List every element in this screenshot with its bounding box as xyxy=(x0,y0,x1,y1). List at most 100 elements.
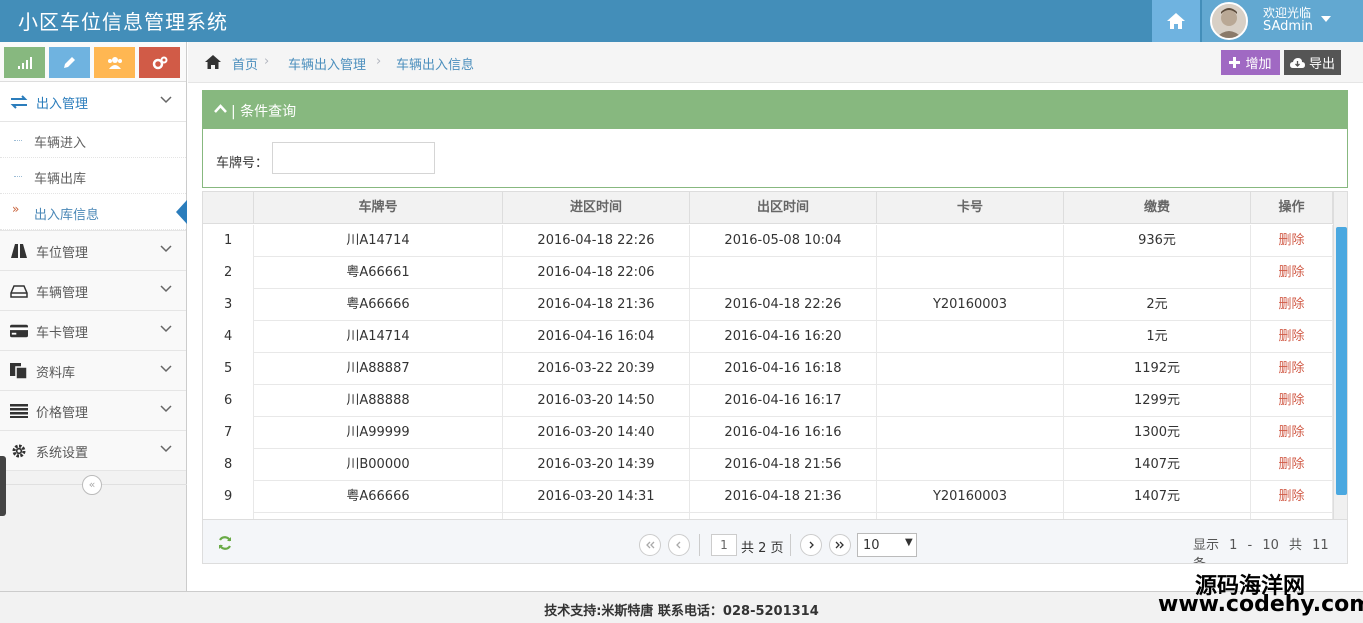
shortcut-pencil-button[interactable] xyxy=(49,47,90,78)
menu-inout[interactable]: 出入管理 xyxy=(0,82,186,122)
cell-in-time: 2016-03-20 14:40 xyxy=(503,417,690,449)
pager: 1 共 2 页 10 ▼ 显示 1 - 10 共 11 条 xyxy=(203,519,1347,563)
cell-rownum: 2 xyxy=(203,257,254,289)
home-icon[interactable] xyxy=(204,54,222,70)
breadcrumb-current: 车辆出入信息 xyxy=(396,58,475,73)
next-page-button[interactable] xyxy=(800,534,822,556)
page-size-value: 10 xyxy=(863,538,880,553)
sidebar-item-vehicle-in[interactable]: 车辆进入 xyxy=(0,122,186,158)
sidebar-item-inout-info[interactable]: » 出入库信息 xyxy=(0,194,187,230)
home-icon xyxy=(1167,13,1185,29)
cell-rownum: 5 xyxy=(203,353,254,385)
delete-link[interactable]: 删除 xyxy=(1251,417,1333,449)
cell-card xyxy=(877,257,1064,289)
table-row[interactable]: 2 粤A66661 2016-04-18 22:06 删除 xyxy=(203,257,1333,289)
page-size-select[interactable]: 10 ▼ xyxy=(857,533,917,557)
cell-in-time: 2016-03-20 14:50 xyxy=(503,385,690,417)
menu-label: 出入管理 xyxy=(36,97,89,112)
cell-card xyxy=(877,417,1064,449)
table-row[interactable]: 7 川A99999 2016-03-20 14:40 2016-04-16 16:16… xyxy=(203,417,1333,449)
pencil-icon xyxy=(64,57,75,68)
last-page-button[interactable] xyxy=(829,534,851,556)
cell-out-time: 2016-04-16 16:17 xyxy=(690,385,877,417)
add-button[interactable]: 增加 xyxy=(1221,50,1280,75)
export-button-label: 导出 xyxy=(1308,57,1335,72)
shortcut-signal-button[interactable] xyxy=(4,47,45,78)
menu-label: 系统设置 xyxy=(36,446,89,461)
column-header-out-time[interactable]: 出区时间 xyxy=(690,192,877,224)
delete-link[interactable]: 删除 xyxy=(1251,353,1333,385)
user-menu[interactable]: 欢迎光临 SAdmin xyxy=(1202,0,1363,42)
road-icon xyxy=(10,243,28,259)
signal-icon xyxy=(17,56,32,69)
menu-database[interactable]: 资料库 xyxy=(0,351,186,391)
cell-out-time: 2016-04-18 21:56 xyxy=(690,449,877,481)
shortcut-cogs-button[interactable] xyxy=(139,47,180,78)
cell-in-time: 2016-03-20 14:39 xyxy=(503,449,690,481)
export-button[interactable]: 导出 xyxy=(1284,50,1341,75)
column-header-fee[interactable]: 缴费 xyxy=(1064,192,1251,224)
sidebar-collapse: « xyxy=(0,471,187,499)
home-button[interactable] xyxy=(1152,0,1200,42)
query-panel-header[interactable]: | 条件查询 xyxy=(203,91,1347,129)
delete-link[interactable]: 删除 xyxy=(1251,225,1333,257)
first-page-button[interactable] xyxy=(639,534,661,556)
vertical-scrollbar[interactable] xyxy=(1333,192,1347,519)
sidebar: 出入管理 车辆进入 车辆出库 » 出入库信息 车位管理 车辆管理 车卡管理 资料… xyxy=(0,42,187,591)
table-row[interactable]: 4 川A14714 2016-04-16 16:04 2016-04-16 16:20… xyxy=(203,321,1333,353)
side-handle[interactable] xyxy=(0,456,6,516)
table-row[interactable]: 6 川A88888 2016-03-20 14:50 2016-04-16 16:17… xyxy=(203,385,1333,417)
angle-right-icon xyxy=(809,541,814,549)
breadcrumb-vehicle-inout[interactable]: 车辆出入管理 xyxy=(288,54,366,73)
delete-link[interactable]: 删除 xyxy=(1251,257,1333,289)
menu-vehicle[interactable]: 车辆管理 xyxy=(0,271,186,311)
cell-rownum: 3 xyxy=(203,289,254,321)
menu-settings[interactable]: 系统设置 xyxy=(0,431,186,471)
refresh-icon[interactable] xyxy=(217,535,233,551)
column-header-card[interactable]: 卡号 xyxy=(877,192,1064,224)
credit-card-icon xyxy=(10,323,28,339)
plate-search-input[interactable] xyxy=(272,142,435,174)
users-icon xyxy=(107,57,122,69)
prev-page-button[interactable] xyxy=(668,534,690,556)
caret-down-icon xyxy=(1321,16,1331,22)
breadcrumb-home[interactable]: 首页 xyxy=(232,54,258,73)
cell-in-time: 2016-04-18 22:06 xyxy=(503,257,690,289)
menu-label: 价格管理 xyxy=(36,406,89,421)
cell-plate: 粤A66661 xyxy=(254,257,503,289)
column-header-plate[interactable]: 车牌号 xyxy=(254,192,503,224)
cell-fee xyxy=(1064,257,1251,289)
menu-parking-space[interactable]: 车位管理 xyxy=(0,231,186,271)
table-row[interactable]: 5 川A88887 2016-03-22 20:39 2016-04-16 16:18… xyxy=(203,353,1333,385)
double-angle-right-icon xyxy=(835,541,844,549)
table-row[interactable]: 3 粤A66666 2016-04-18 21:36 2016-04-18 22:26… xyxy=(203,289,1333,321)
table-row[interactable]: 9 粤A66666 2016-03-20 14:31 2016-04-18 21:36… xyxy=(203,481,1333,513)
grid-body: 1 川A14714 2016-04-18 22:26 2016-05-08 10:04… xyxy=(203,225,1333,519)
menu-price[interactable]: 价格管理 xyxy=(0,391,186,431)
cell-out-time: 2016-04-16 16:20 xyxy=(690,321,877,353)
page-number-input[interactable]: 1 xyxy=(711,534,737,556)
shortcut-users-button[interactable] xyxy=(94,47,135,78)
list-icon xyxy=(10,403,28,419)
table-row[interactable]: 8 川B00000 2016-03-20 14:39 2016-04-18 21:56… xyxy=(203,449,1333,481)
cell-card xyxy=(877,449,1064,481)
scrollbar-thumb[interactable] xyxy=(1336,227,1347,495)
delete-link[interactable]: 删除 xyxy=(1251,289,1333,321)
delete-link[interactable]: 删除 xyxy=(1251,385,1333,417)
breadcrumb-separator: › xyxy=(376,54,382,69)
delete-link[interactable]: 删除 xyxy=(1251,321,1333,353)
cell-rownum: 4 xyxy=(203,321,254,353)
table-row[interactable]: 1 川A14714 2016-04-18 22:26 2016-05-08 10:04… xyxy=(203,225,1333,257)
chevron-down-icon xyxy=(160,285,172,293)
cell-card xyxy=(877,385,1064,417)
column-header-in-time[interactable]: 进区时间 xyxy=(503,192,690,224)
cloud-download-icon xyxy=(1289,57,1305,68)
chevron-down-icon xyxy=(160,325,172,333)
cell-fee: 936元 xyxy=(1064,225,1251,257)
menu-card[interactable]: 车卡管理 xyxy=(0,311,186,351)
delete-link[interactable]: 删除 xyxy=(1251,481,1333,513)
collapse-sidebar-button[interactable]: « xyxy=(82,475,102,495)
delete-link[interactable]: 删除 xyxy=(1251,449,1333,481)
cogs-icon xyxy=(152,56,167,69)
sidebar-item-vehicle-out[interactable]: 车辆出库 xyxy=(0,158,186,194)
